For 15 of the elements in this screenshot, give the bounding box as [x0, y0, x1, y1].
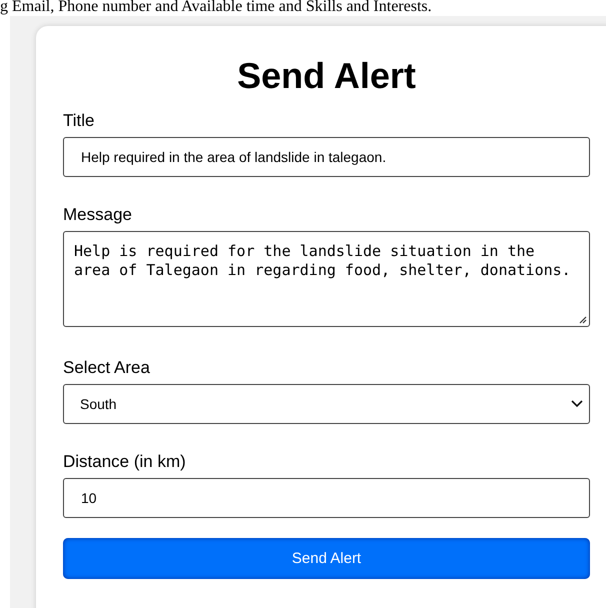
field-label: Message [63, 205, 132, 225]
dropdown-value: South [80, 396, 117, 412]
input-field[interactable]: Help required in the area of landslide in talegaon. [63, 137, 590, 177]
resize-grip-icon[interactable] [579, 316, 587, 324]
message-text: Help is required for the landslide situation in the area of Talegaon in regarding food, shelter, donations. [74, 242, 572, 280]
caption-text: g Email, Phone number and Available time and Skills and Interests. [0, 0, 433, 14]
field-label: Select Area [63, 358, 150, 378]
input-field[interactable]: 10 [63, 478, 590, 518]
area-dropdown[interactable]: South [63, 384, 590, 424]
message-field[interactable]: Help is required for the landslide situation in the area of Talegaon in regarding food, shelter, donations. [63, 231, 590, 327]
field-label: Distance (in km) [63, 452, 186, 472]
send-alert-button[interactable]: Send Alert [63, 538, 590, 579]
chevron-down-icon [571, 400, 583, 408]
field-label: Title [63, 111, 94, 131]
form-heading: Send Alert [236, 55, 417, 97]
